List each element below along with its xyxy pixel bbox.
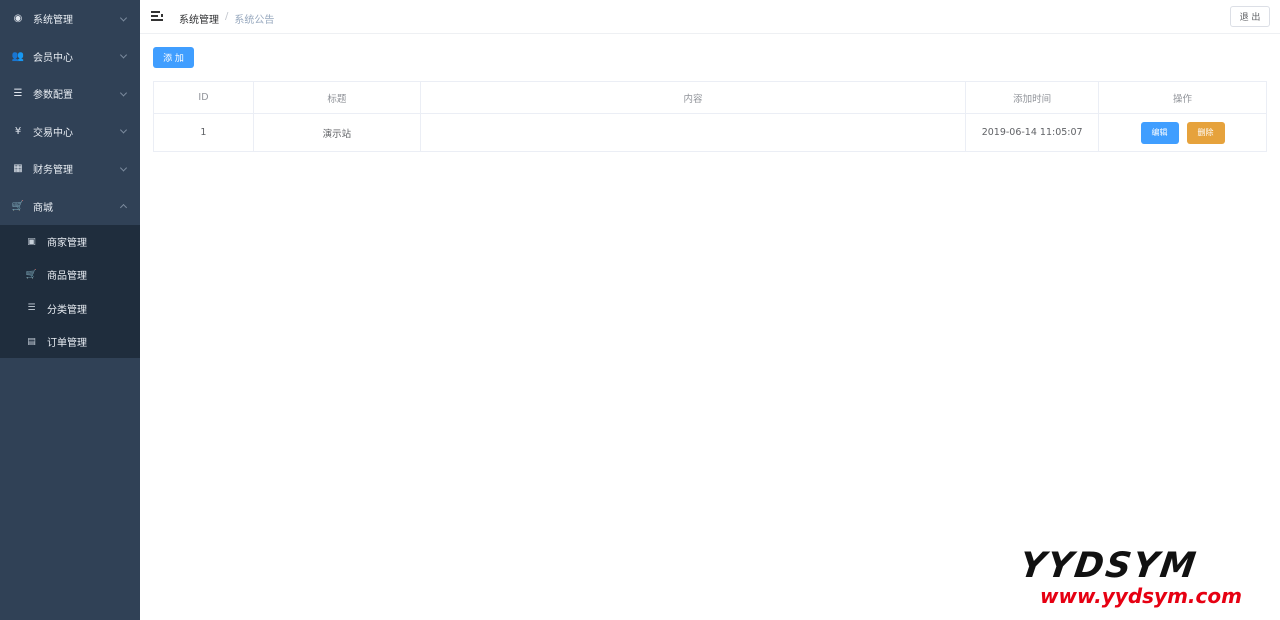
sidebar-item-label: 交易中心 (33, 127, 73, 139)
sidebar-item-system[interactable]: ◉ 系统管理 (0, 0, 140, 38)
chevron-down-icon (119, 51, 128, 59)
list-icon: ☰ (27, 303, 36, 314)
watermark-brand: YYDSYM (1017, 546, 1200, 586)
breadcrumb-item-system[interactable]: 系统管理 (179, 11, 219, 26)
sidebar-subitem-label: 订单管理 (47, 338, 87, 350)
edit-button[interactable]: 编辑 (1140, 121, 1179, 144)
cell-content (419, 113, 967, 152)
cell-actions: 编辑 删除 (1098, 113, 1267, 152)
cell-time: 2019-06-14 11:05:07 (965, 113, 1100, 152)
sidebar-item-finance[interactable]: ▦ 财务管理 (0, 150, 140, 188)
chevron-down-icon (119, 164, 128, 172)
chevron-down-icon (119, 14, 128, 22)
column-header-actions: 操作 (1098, 81, 1267, 114)
sidebar-item-label: 系统管理 (33, 15, 73, 27)
hamburger-icon[interactable] (151, 11, 163, 21)
cart-icon: 🛒 (25, 269, 38, 280)
top-navbar: 系统管理 / 系统公告 退 出 (140, 0, 1280, 34)
sidebar-item-label: 参数配置 (33, 90, 73, 102)
sidebar-item-trade[interactable]: ¥ 交易中心 (0, 113, 140, 151)
breadcrumb-separator: / (225, 11, 229, 22)
sidebar-subitem-merchants[interactable]: ▣ 商家管理 (0, 225, 140, 258)
breadcrumb-item-announcement: 系统公告 (234, 15, 275, 26)
grid-icon: ▦ (13, 163, 23, 175)
cell-title: 演示站 (252, 113, 421, 152)
table-row: 1 演示站 2019-06-14 11:05:07 编辑 删除 (153, 113, 1267, 152)
breadcrumb: 系统管理 / 系统公告 (179, 11, 274, 26)
column-header-id: ID (153, 81, 254, 114)
chevron-down-icon (119, 89, 128, 97)
system-icon: ◉ (13, 13, 23, 25)
shop-icon: ▣ (27, 236, 36, 247)
chevron-up-icon (119, 204, 128, 212)
chevron-down-icon (119, 126, 128, 134)
config-list-icon: ☰ (13, 88, 23, 100)
watermark-logo: YYDSYM www.yydsym.com (1017, 546, 1270, 613)
sidebar-item-config[interactable]: ☰ 参数配置 (0, 75, 140, 113)
sidebar-item-label: 财务管理 (33, 165, 73, 177)
logout-button[interactable]: 退 出 (1230, 6, 1270, 27)
column-header-time: 添加时间 (965, 81, 1100, 114)
sidebar-subitem-categories[interactable]: ☰ 分类管理 (0, 292, 140, 325)
column-header-content: 内容 (419, 81, 967, 114)
sidebar-subitem-label: 商家管理 (47, 238, 87, 250)
sidebar: ◉ 系统管理 👥 会员中心 ☰ 参数配置 ¥ 交易中心 ▦ 财务管理 🛒 商城 … (0, 0, 140, 620)
sidebar-subitem-label: 分类管理 (47, 304, 87, 316)
members-icon: 👥 (11, 50, 25, 62)
submenu-mall: ▣ 商家管理 🛒 商品管理 ☰ 分类管理 ▤ 订单管理 (0, 225, 140, 359)
sidebar-item-label: 会员中心 (33, 52, 73, 64)
sidebar-item-members[interactable]: 👥 会员中心 (0, 38, 140, 76)
yen-icon: ¥ (14, 125, 22, 137)
sidebar-subitem-orders[interactable]: ▤ 订单管理 (0, 325, 140, 358)
cart-icon: 🛒 (11, 200, 25, 212)
sidebar-subitem-products[interactable]: 🛒 商品管理 (0, 258, 140, 291)
announcement-table: ID 标题 内容 添加时间 操作 1 演示站 2019-06-14 11:05:… (153, 81, 1267, 152)
cell-id: 1 (153, 113, 254, 152)
add-button[interactable]: 添 加 (153, 47, 194, 68)
document-icon: ▤ (27, 336, 36, 347)
sidebar-item-mall[interactable]: 🛒 商城 (0, 188, 140, 226)
sidebar-item-label: 商城 (33, 202, 53, 214)
watermark-url: www.yydsym.com (1040, 584, 1242, 608)
column-header-title: 标题 (252, 81, 421, 114)
sidebar-subitem-label: 商品管理 (47, 271, 87, 283)
table-header-row: ID 标题 内容 添加时间 操作 (153, 81, 1267, 114)
delete-button[interactable]: 删除 (1186, 121, 1225, 144)
